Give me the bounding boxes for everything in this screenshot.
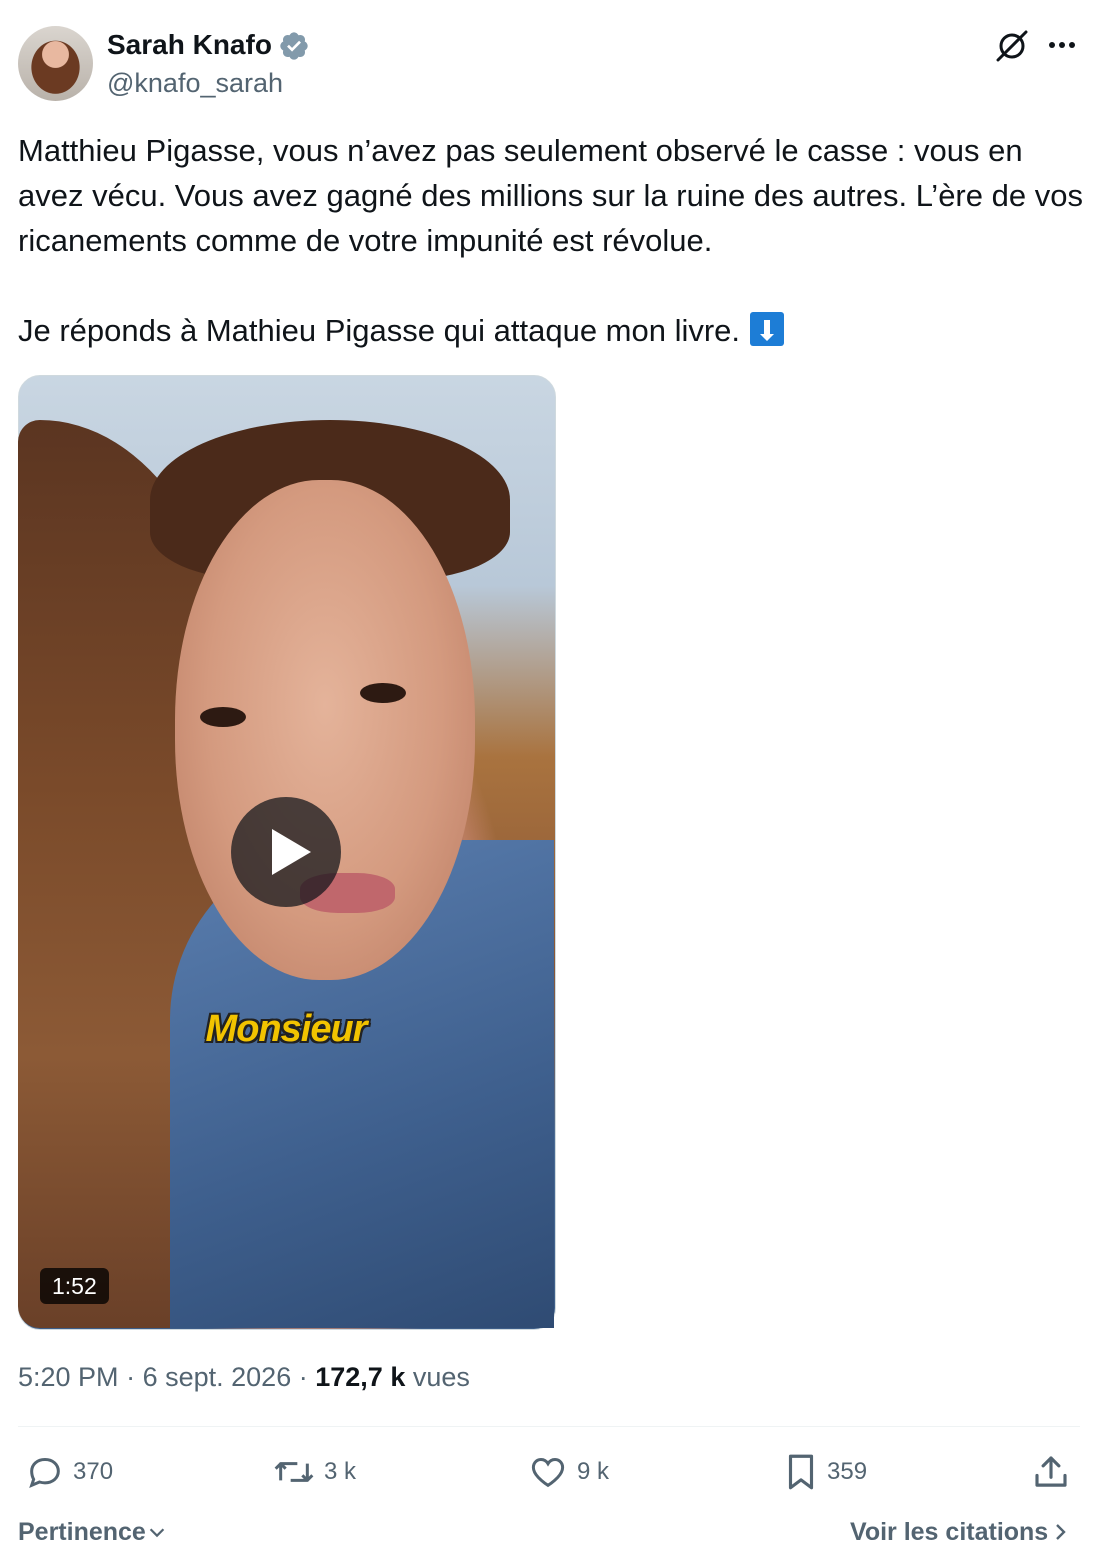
bookmark-button[interactable]: 359 (783, 1450, 867, 1494)
views-label: vues (412, 1362, 470, 1392)
quotes-label: Voir les citations (850, 1518, 1049, 1546)
arrow-down-emoji-icon (750, 312, 785, 346)
sort-dropdown[interactable]: Pertinence (18, 1514, 168, 1550)
reply-icon (29, 1457, 60, 1489)
tweet-time[interactable]: 5:20 PM (18, 1362, 119, 1392)
meta-separator: · (298, 1362, 308, 1392)
tweet-text: Matthieu Pigasse, vous n’avez pas seulem… (18, 128, 1088, 353)
chevron-right-icon (1056, 1524, 1066, 1540)
like-button[interactable]: 9 k (527, 1450, 609, 1494)
bookmark-icon (788, 1454, 814, 1490)
meta-separator: · (126, 1362, 136, 1392)
reply-button[interactable]: 370 (25, 1450, 113, 1494)
bookmark-count: 359 (827, 1458, 868, 1485)
divider (18, 1426, 1080, 1427)
retweet-icon (274, 1462, 314, 1482)
author-handle[interactable]: @knafo_sarah (107, 66, 283, 100)
heart-icon (531, 1457, 565, 1488)
share-button[interactable] (1030, 1450, 1080, 1494)
tweet-meta: 5:20 PM · 6 sept. 2026 · 172,7 k vues (18, 1358, 470, 1396)
share-icon (1035, 1456, 1067, 1487)
tweet-date[interactable]: 6 sept. 2026 (143, 1362, 292, 1392)
chevron-down-icon (149, 1528, 165, 1538)
retweet-count: 3 k (324, 1458, 357, 1485)
verified-badge-icon (280, 32, 308, 60)
play-button[interactable] (231, 797, 341, 907)
avatar[interactable] (18, 26, 93, 101)
more-icon[interactable] (1040, 28, 1084, 62)
video-duration: 1:52 (40, 1268, 109, 1304)
like-count: 9 k (577, 1458, 610, 1485)
views-count: 172,7 k (315, 1362, 406, 1392)
retweet-button[interactable]: 3 k (272, 1450, 356, 1494)
tweet-body: Matthieu Pigasse, vous n’avez pas seulem… (18, 133, 1083, 348)
grok-icon[interactable] (993, 27, 1031, 65)
video-frame-eye (200, 707, 246, 727)
sort-label: Pertinence (18, 1518, 146, 1546)
reply-count: 370 (73, 1458, 114, 1485)
play-icon (272, 829, 311, 875)
view-quotes-link[interactable]: Voir les citations (850, 1514, 1072, 1550)
video-caption: Monsieur (205, 1008, 368, 1050)
author-name[interactable]: Sarah Knafo (107, 27, 272, 63)
video-frame-eye (360, 683, 406, 703)
